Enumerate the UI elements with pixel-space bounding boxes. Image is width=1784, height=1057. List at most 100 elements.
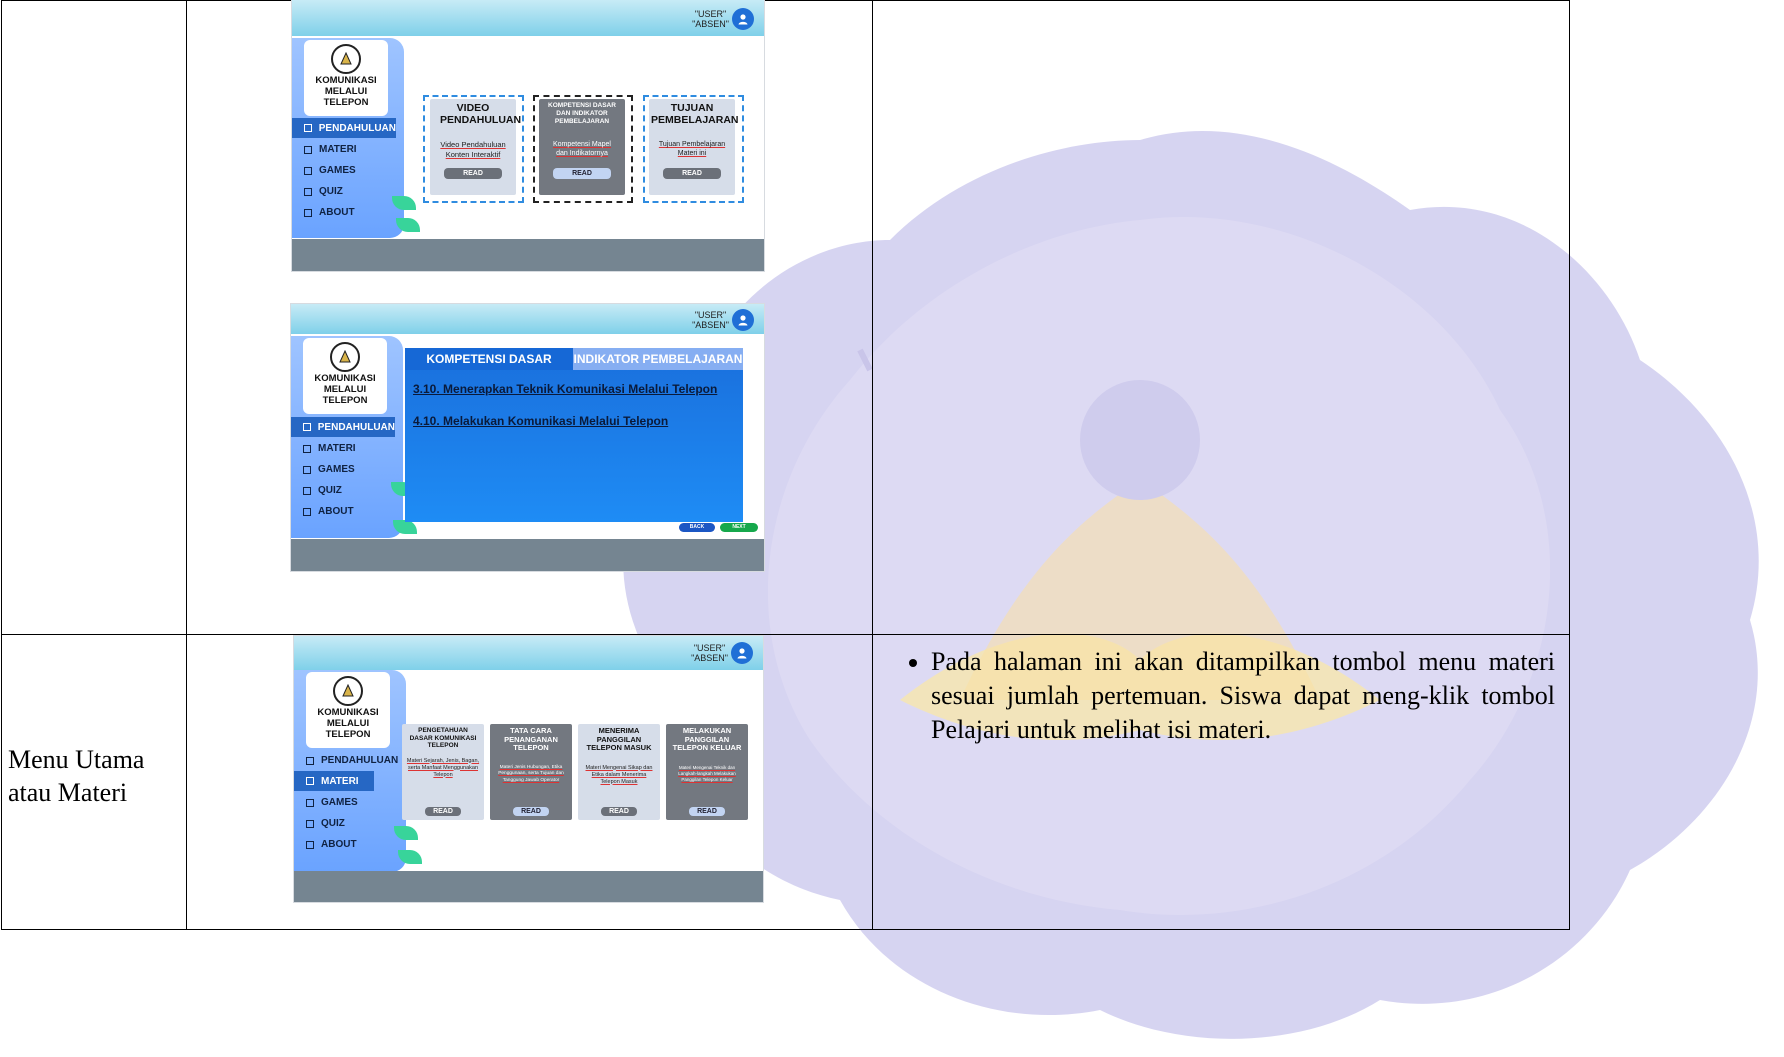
card-description: Materi Sejarah, Jenis, Bagan, serta Manf… xyxy=(406,757,480,778)
read-button[interactable]: READ xyxy=(689,807,725,816)
checkbox-icon xyxy=(303,486,311,495)
menu-item-games[interactable]: GAMES xyxy=(291,459,403,480)
card-kompetensi-dasar[interactable]: KOMPETENSI DASAR DAN INDIKATOR PEMBELAJA… xyxy=(539,99,625,195)
menu-item-materi[interactable]: MATERI xyxy=(294,771,374,791)
logo-line2: MELALUI xyxy=(324,86,368,97)
menu-item-about[interactable]: ABOUT xyxy=(294,834,406,855)
back-button[interactable]: BACK xyxy=(679,523,715,532)
next-button[interactable]: NEXT xyxy=(720,523,758,532)
sidebar-menu: PENDAHULUAN MATERI GAMES QUIZ ABOUT xyxy=(291,417,403,522)
user-avatar-icon[interactable] xyxy=(732,8,754,30)
user-name: "USER" xyxy=(693,643,726,653)
app-logo-card: KOMUNIKASI MELALUI TELEPON xyxy=(303,338,387,414)
checkbox-icon xyxy=(303,507,311,516)
card-title: VIDEO PENDAHULUAN xyxy=(440,102,522,126)
user-absen: "ABSEN" xyxy=(691,653,728,663)
app-logo-card: KOMUNIKASI MELALUI TELEPON xyxy=(306,672,390,748)
row2-description-cell: Pada halaman ini akan ditampilkan tombol… xyxy=(872,634,1570,930)
bottom-bar xyxy=(294,871,763,902)
menu-item-materi[interactable]: MATERI xyxy=(292,139,404,160)
read-button[interactable]: READ xyxy=(663,168,721,179)
checkbox-icon xyxy=(306,819,314,828)
bottom-bar xyxy=(292,239,764,271)
mockup-materi-menu: "USER" "ABSEN" KOMUNIKASI MELALUI TELEPON… xyxy=(294,636,763,902)
tab-kompetensi-dasar[interactable]: KOMPETENSI DASAR xyxy=(405,348,573,370)
card-menerima-panggilan[interactable]: MENERIMA PANGGILAN TELEPON MASUK Materi … xyxy=(578,724,660,820)
menu-item-quiz[interactable]: QUIZ xyxy=(294,813,406,834)
card-description: Video Pendahuluan Konten Interaktif xyxy=(440,140,506,159)
mockup-pendahuluan-menu: "USER" "ABSEN" KOMUNIKASI MELALUI TELEPON… xyxy=(292,0,764,271)
read-button[interactable]: READ xyxy=(444,168,502,179)
user-name: "USER" xyxy=(694,310,727,320)
card-description: Materi Mengenai Sikap dan Etika dalam Me… xyxy=(585,764,653,785)
menu-item-games[interactable]: GAMES xyxy=(294,792,406,813)
checkbox-icon xyxy=(304,124,312,132)
school-emblem-icon xyxy=(330,342,360,372)
bottom-bar xyxy=(291,539,764,571)
user-info[interactable]: "USER" "ABSEN" xyxy=(692,309,754,331)
kompetensi-line-2: 4.10. Melakukan Komunikasi Melalui Telep… xyxy=(413,414,669,428)
card-title: TUJUAN PEMBELAJARAN xyxy=(651,102,739,126)
logo-line1: KOMUNIKASI xyxy=(315,75,377,86)
logo-line2: MELALUI xyxy=(323,384,367,395)
card-description: Materi Jenis Hubungan, Etika Penggunaan,… xyxy=(498,764,564,783)
school-emblem-icon xyxy=(333,676,363,706)
logo-line3: TELEPON xyxy=(322,395,368,406)
menu-item-materi[interactable]: MATERI xyxy=(291,438,403,459)
read-button[interactable]: READ xyxy=(513,807,549,816)
card-description: Tujuan Pembelajaran Materi ini xyxy=(658,141,726,157)
user-name: "USER" xyxy=(694,9,727,19)
user-avatar-icon[interactable] xyxy=(732,309,754,331)
logo-line3: TELEPON xyxy=(325,729,371,740)
user-avatar-icon[interactable] xyxy=(731,642,753,664)
card-title: PENGETAHUAN DASAR KOMUNIKASI TELEPON xyxy=(409,727,477,749)
kompetensi-panel: KOMPETENSI DASAR INDIKATOR PEMBELAJARAN … xyxy=(405,348,743,522)
menu-item-pendahuluan[interactable]: PENDAHULUAN xyxy=(291,417,395,437)
checkbox-icon xyxy=(306,840,314,849)
checkbox-icon xyxy=(304,187,312,196)
menu-item-quiz[interactable]: QUIZ xyxy=(291,480,403,501)
checkbox-icon xyxy=(304,208,312,217)
read-button[interactable]: READ xyxy=(425,807,461,816)
card-description: Materi Mengenai Teknik dan Langkah-langk… xyxy=(678,764,736,783)
row1-label-cell xyxy=(1,0,187,635)
school-emblem-icon xyxy=(331,44,361,74)
row-label-line2: atau Materi xyxy=(8,778,128,807)
user-info[interactable]: "USER" "ABSEN" xyxy=(692,8,754,30)
checkbox-icon xyxy=(306,798,314,807)
card-title: MELAKUKAN PANGGILAN TELEPON KELUAR xyxy=(672,726,742,752)
card-video-pendahuluan[interactable]: VIDEO PENDAHULUAN Video Pendahuluan Kont… xyxy=(430,99,522,195)
menu-item-games[interactable]: GAMES xyxy=(292,160,404,181)
checkbox-icon xyxy=(306,777,314,785)
menu-item-pendahuluan[interactable]: PENDAHULUAN xyxy=(294,750,406,771)
user-info[interactable]: "USER" "ABSEN" xyxy=(691,642,753,664)
menu-item-about[interactable]: ABOUT xyxy=(291,501,403,522)
card-tata-cara[interactable]: TATA CARA PENANGANAN TELEPON Materi Jeni… xyxy=(490,724,572,820)
tab-indikator-pembelajaran[interactable]: INDIKATOR PEMBELAJARAN xyxy=(573,348,743,370)
sidebar-menu: PENDAHULUAN MATERI GAMES QUIZ ABOUT xyxy=(292,118,404,223)
logo-line2: MELALUI xyxy=(326,718,370,729)
checkbox-icon xyxy=(304,166,312,175)
read-button[interactable]: READ xyxy=(553,168,611,179)
menu-item-about[interactable]: ABOUT xyxy=(292,202,404,223)
checkbox-icon xyxy=(304,145,312,154)
kompetensi-line-1: 3.10. Menerapkan Teknik Komunikasi Melal… xyxy=(413,382,718,396)
user-absen: "ABSEN" xyxy=(692,320,729,330)
card-melakukan-panggilan[interactable]: MELAKUKAN PANGGILAN TELEPON KELUAR Mater… xyxy=(666,724,748,820)
document-table: Menu Utama atau Materi Pada halaman ini … xyxy=(1,0,1570,930)
menu-item-quiz[interactable]: QUIZ xyxy=(292,181,404,202)
menu-item-pendahuluan[interactable]: PENDAHULUAN xyxy=(292,118,396,138)
description-bullet: Pada halaman ini akan ditampilkan tombol… xyxy=(931,645,1555,747)
logo-line3: TELEPON xyxy=(323,97,369,108)
app-logo-card: KOMUNIKASI MELALUI TELEPON xyxy=(304,40,388,116)
read-button[interactable]: READ xyxy=(601,807,637,816)
row2-label-cell: Menu Utama atau Materi xyxy=(1,634,187,930)
checkbox-icon xyxy=(303,444,311,453)
user-absen: "ABSEN" xyxy=(692,19,729,29)
row1-description-cell xyxy=(872,0,1570,635)
checkbox-icon xyxy=(303,465,311,474)
card-tujuan-pembelajaran[interactable]: TUJUAN PEMBELAJARAN Tujuan Pembelajaran … xyxy=(649,99,739,195)
card-title: TATA CARA PENANGANAN TELEPON xyxy=(504,726,558,752)
card-description: Kompetensi Mapel dan Indikatornya xyxy=(553,141,611,157)
card-pengetahuan-dasar[interactable]: PENGETAHUAN DASAR KOMUNIKASI TELEPON Mat… xyxy=(402,724,484,820)
